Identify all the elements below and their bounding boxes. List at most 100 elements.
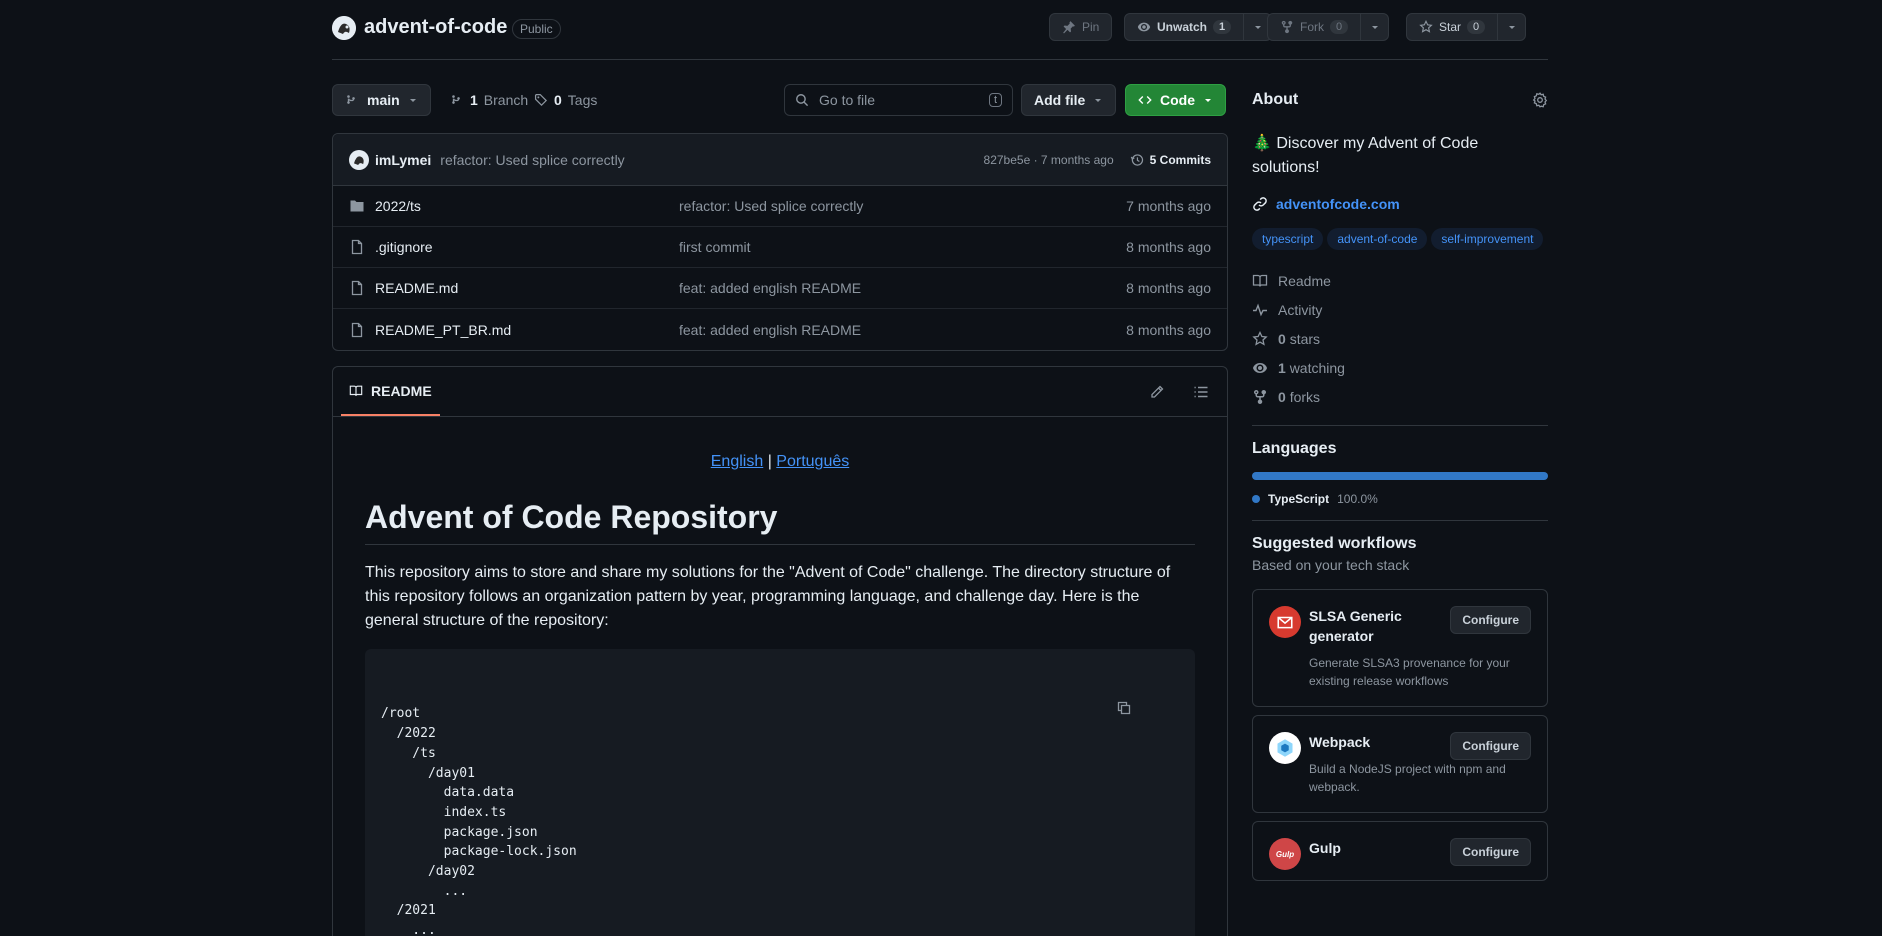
topic-tag[interactable]: advent-of-code <box>1327 228 1428 250</box>
workflow-name: Webpack <box>1309 734 1371 750</box>
workflows-subtitle: Based on your tech stack <box>1252 557 1410 573</box>
tag-count: 0 <box>554 92 562 108</box>
configure-button[interactable]: Configure <box>1450 732 1531 760</box>
book-icon <box>349 385 363 396</box>
file-commit-message[interactable]: refactor: Used splice correctly <box>679 198 1126 214</box>
readme-title: Advent of Code Repository <box>365 499 1195 545</box>
file-row[interactable]: README.md feat: added english README 8 m… <box>333 268 1227 309</box>
branch-count: 1 <box>470 92 478 108</box>
about-settings-button[interactable] <box>1532 92 1548 108</box>
star-button[interactable]: Star 0 <box>1406 13 1527 41</box>
owner-avatar[interactable] <box>332 16 356 40</box>
pulse-icon <box>1253 302 1267 316</box>
caret-down-icon <box>409 99 416 102</box>
latest-commit-bar: imLymei refactor: Used splice correctly … <box>333 134 1227 186</box>
commit-message[interactable]: refactor: Used splice correctly <box>440 152 624 168</box>
activity-link[interactable]: Activity <box>1252 295 1548 324</box>
slsa-logo-icon <box>1269 606 1301 638</box>
code-icon <box>1138 96 1152 104</box>
about-title: About <box>1252 91 1299 108</box>
add-file-label: Add file <box>1034 92 1086 108</box>
visibility-badge: Public <box>512 19 561 39</box>
author-avatar[interactable] <box>349 149 369 170</box>
unwatch-button[interactable]: Unwatch 1 <box>1124 13 1273 41</box>
forks-count: 0 <box>1278 388 1286 405</box>
go-to-file-placeholder: Go to file <box>819 92 876 108</box>
pin-button[interactable]: Pin <box>1049 13 1113 41</box>
file-row[interactable]: README_PT_BR.md feat: added english READ… <box>333 309 1227 350</box>
folder-icon <box>350 200 364 212</box>
star-count: 0 <box>1467 20 1486 34</box>
caret-down-icon <box>1371 26 1378 29</box>
commit-hash-time[interactable]: 827be5e · 7 months ago <box>984 153 1114 167</box>
file-commit-time: 8 months ago <box>1126 280 1211 296</box>
star-icon <box>1419 20 1433 33</box>
file-commit-message[interactable]: feat: added english README <box>679 280 1126 296</box>
languages-title: Languages <box>1252 440 1337 457</box>
outline-button[interactable] <box>1193 384 1209 400</box>
english-link[interactable]: English <box>711 453 763 470</box>
go-to-file-input[interactable]: Go to file t <box>784 84 1013 116</box>
tag-label: Tags <box>567 92 598 108</box>
readme-tab[interactable]: README <box>341 367 440 416</box>
gear-icon <box>1532 92 1548 108</box>
repo-name[interactable]: advent-of-code <box>364 16 507 39</box>
add-file-button[interactable]: Add file <box>1021 84 1117 116</box>
unwatch-label: Unwatch <box>1157 20 1208 34</box>
branch-selector[interactable]: main <box>332 84 431 116</box>
fork-button[interactable]: Fork 0 <box>1267 13 1390 41</box>
file-icon <box>351 280 363 296</box>
commits-count: 5 Commits <box>1149 152 1211 167</box>
watching-count: 1 <box>1278 359 1286 376</box>
file-name[interactable]: README_PT_BR.md <box>375 322 511 338</box>
branch-icon <box>452 95 460 104</box>
caret-down-icon <box>1254 26 1261 29</box>
file-commit-time: 7 months ago <box>1126 198 1211 214</box>
webpack-logo-icon <box>1269 732 1301 764</box>
branches-link[interactable]: 1 Branch <box>450 84 528 116</box>
copy-button[interactable] <box>1116 661 1179 756</box>
star-label: Star <box>1439 20 1462 34</box>
portuguese-link[interactable]: Português <box>776 453 849 470</box>
workflow-description: Build a NodeJS project with npm and webp… <box>1309 762 1506 794</box>
configure-button[interactable]: Configure <box>1450 606 1531 634</box>
workflow-name: Gulp <box>1309 840 1341 856</box>
commits-link[interactable]: 5 Commits <box>1130 153 1211 167</box>
file-row[interactable]: 2022/ts refactor: Used splice correctly … <box>333 186 1227 227</box>
readme-link[interactable]: Readme <box>1252 266 1548 295</box>
about-sidebar: About 🎄 Discover my Advent of Code solut… <box>1252 84 1548 889</box>
language-separator: | <box>767 453 772 470</box>
star-dropdown-toggle[interactable] <box>1497 14 1525 40</box>
divider <box>1252 520 1548 521</box>
fork-icon <box>1281 20 1293 34</box>
topic-tag[interactable]: self-improvement <box>1431 228 1544 250</box>
history-icon <box>1130 153 1143 166</box>
tags-link[interactable]: 0 Tags <box>534 84 597 116</box>
readme-tab-label: README <box>371 382 432 399</box>
file-commit-message[interactable]: feat: added english README <box>679 322 1126 338</box>
stars-link[interactable]: 0 stars <box>1252 324 1548 353</box>
tag-icon <box>534 93 548 107</box>
pin-icon <box>1063 21 1075 34</box>
workflow-card: Gulp Gulp Configure <box>1252 821 1548 881</box>
configure-button[interactable]: Configure <box>1450 838 1531 866</box>
file-table: imLymei refactor: Used splice correctly … <box>332 133 1228 351</box>
commit-author[interactable]: imLymei <box>375 152 431 168</box>
readme-panel: README English | Português Advent of Cod… <box>332 366 1228 936</box>
file-name[interactable]: .gitignore <box>375 239 433 255</box>
watching-link[interactable]: 1 watching <box>1252 353 1548 382</box>
code-button[interactable]: Code <box>1125 84 1226 116</box>
forks-link[interactable]: 0 forks <box>1252 382 1548 411</box>
file-name[interactable]: 2022/ts <box>375 198 421 214</box>
website-link[interactable]: adventofcode.com <box>1252 196 1548 212</box>
edit-readme-button[interactable] <box>1149 384 1165 400</box>
file-name[interactable]: README.md <box>375 280 458 296</box>
language-item[interactable]: TypeScript 100.0% <box>1252 492 1548 506</box>
file-row[interactable]: .gitignore first commit 8 months ago <box>333 227 1227 268</box>
file-commit-message[interactable]: first commit <box>679 239 1126 255</box>
language-color-dot <box>1252 495 1260 503</box>
fork-dropdown-toggle[interactable] <box>1360 14 1388 40</box>
readme-paragraph: This repository aims to store and share … <box>365 564 1171 629</box>
gulp-logo-icon: Gulp <box>1269 838 1301 870</box>
topic-tag[interactable]: typescript <box>1252 228 1324 250</box>
